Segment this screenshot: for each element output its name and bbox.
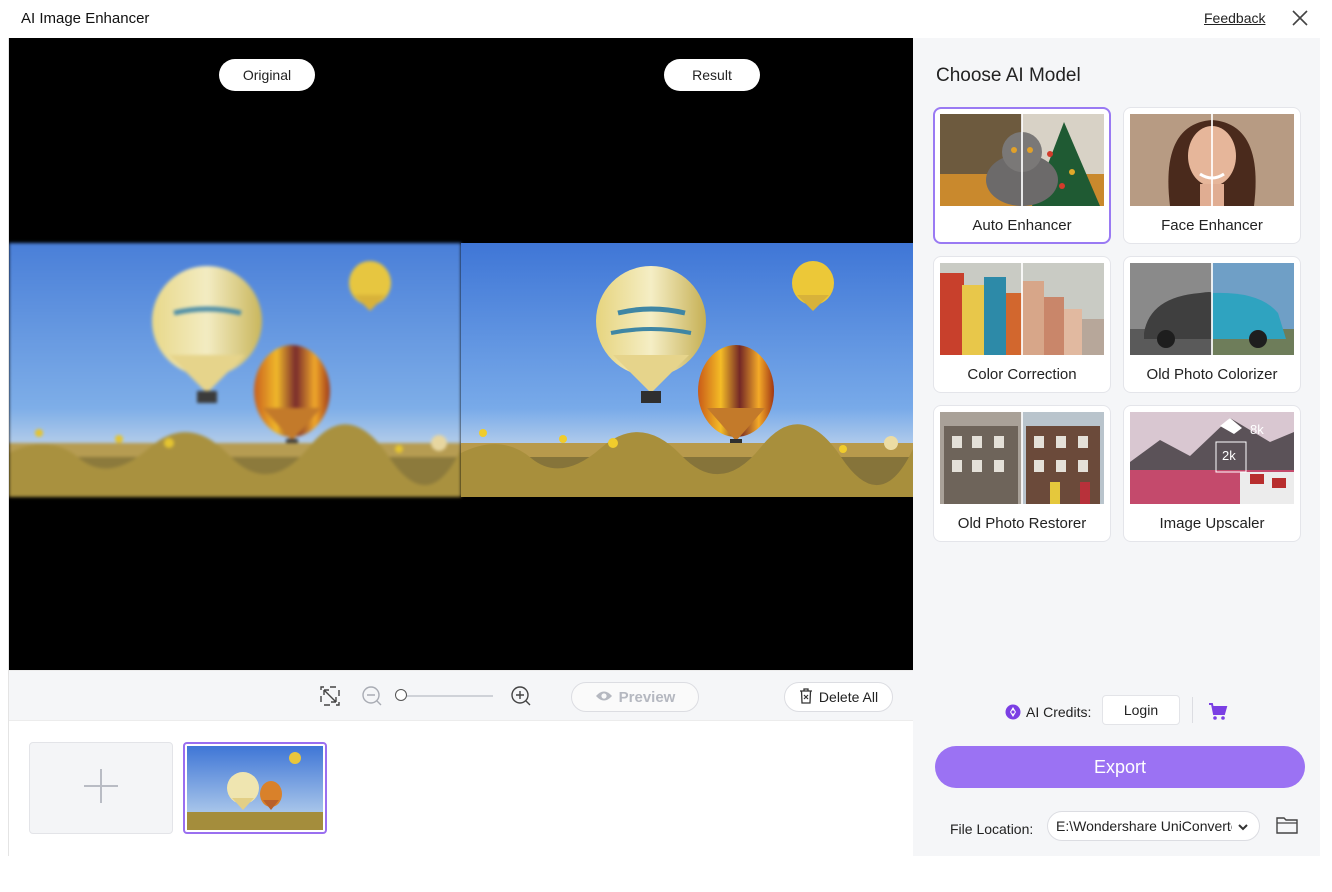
zoom-out-icon[interactable] (361, 685, 383, 707)
face-enhancer-thumbnail (1130, 114, 1294, 206)
upscaler-badge-8k: 8k (1250, 422, 1264, 437)
model-label: Old Photo Colorizer (1146, 366, 1278, 383)
split-divider (1021, 114, 1023, 206)
chevron-down-icon (1237, 820, 1249, 832)
auto-enhancer-thumbnail (940, 114, 1104, 206)
folder-icon[interactable] (1275, 814, 1299, 836)
model-card-auto-enhancer[interactable]: Auto Enhancer (933, 107, 1111, 244)
model-label: Image Upscaler (1159, 515, 1265, 532)
export-panel: AI Credits: Login Export File Location: … (913, 670, 1320, 856)
file-location-value: E:\Wondershare UniConverter (1056, 818, 1232, 834)
zoom-in-icon[interactable] (510, 685, 532, 707)
result-image (461, 243, 913, 497)
split-divider (1211, 263, 1213, 355)
app-title: AI Image Enhancer (21, 10, 150, 27)
split-divider (1021, 412, 1023, 504)
file-location-select[interactable]: E:\Wondershare UniConverter (1047, 811, 1260, 841)
old-photo-colorizer-thumbnail (1130, 263, 1294, 355)
trash-icon (799, 687, 813, 707)
add-image-button[interactable] (29, 742, 173, 834)
cart-icon[interactable] (1207, 700, 1229, 722)
split-divider (1021, 263, 1023, 355)
original-label: Original (219, 59, 315, 91)
original-image (9, 243, 461, 497)
model-card-image-upscaler[interactable]: 2k 8k Image Upscaler (1123, 405, 1301, 542)
bottom-margin (0, 856, 1332, 892)
image-queue (9, 721, 913, 856)
split-divider (1211, 114, 1213, 206)
ai-credits-icon (1005, 704, 1021, 720)
preview-toolbar: Preview Delete All (9, 670, 913, 721)
export-button[interactable]: Export (935, 746, 1305, 788)
plus-icon (81, 766, 121, 811)
model-card-color-correction[interactable]: Color Correction (933, 256, 1111, 393)
delete-all-button[interactable]: Delete All (784, 682, 893, 712)
color-correction-thumbnail (940, 263, 1104, 355)
close-icon[interactable] (1290, 8, 1310, 28)
model-card-old-photo-restorer[interactable]: Old Photo Restorer (933, 405, 1111, 542)
result-label: Result (664, 59, 760, 91)
title-bar: AI Image Enhancer Feedback (0, 0, 1332, 38)
feedback-link[interactable]: Feedback (1204, 10, 1265, 26)
model-card-face-enhancer[interactable]: Face Enhancer (1123, 107, 1301, 244)
login-button[interactable]: Login (1102, 695, 1180, 725)
queue-thumbnail[interactable] (183, 742, 327, 834)
zoom-slider-handle[interactable] (395, 689, 407, 701)
model-label: Face Enhancer (1161, 217, 1263, 234)
file-location-label: File Location: (950, 821, 1034, 837)
model-label: Old Photo Restorer (957, 515, 1087, 532)
zoom-slider-track[interactable] (401, 695, 493, 697)
ai-model-panel: Choose AI Model Auto Enhancer Face Enhan… (913, 38, 1320, 670)
model-label: Color Correction (967, 366, 1077, 383)
preview-button[interactable]: Preview (571, 682, 699, 712)
eye-icon (595, 689, 613, 706)
comparison-preview: Original Result (9, 38, 913, 670)
right-margin (1320, 38, 1332, 856)
image-upscaler-thumbnail: 2k 8k (1130, 412, 1294, 504)
divider (1192, 697, 1193, 723)
old-photo-restorer-thumbnail (940, 412, 1104, 504)
model-label: Auto Enhancer (972, 217, 1072, 234)
ai-credits-label: AI Credits: (1026, 704, 1092, 720)
panel-title: Choose AI Model (936, 65, 1081, 86)
model-card-old-photo-colorizer[interactable]: Old Photo Colorizer (1123, 256, 1301, 393)
delete-all-label: Delete All (818, 689, 879, 705)
fit-screen-icon[interactable] (319, 685, 341, 707)
preview-label: Preview (618, 688, 676, 706)
upscaler-badge-2k: 2k (1222, 448, 1236, 463)
